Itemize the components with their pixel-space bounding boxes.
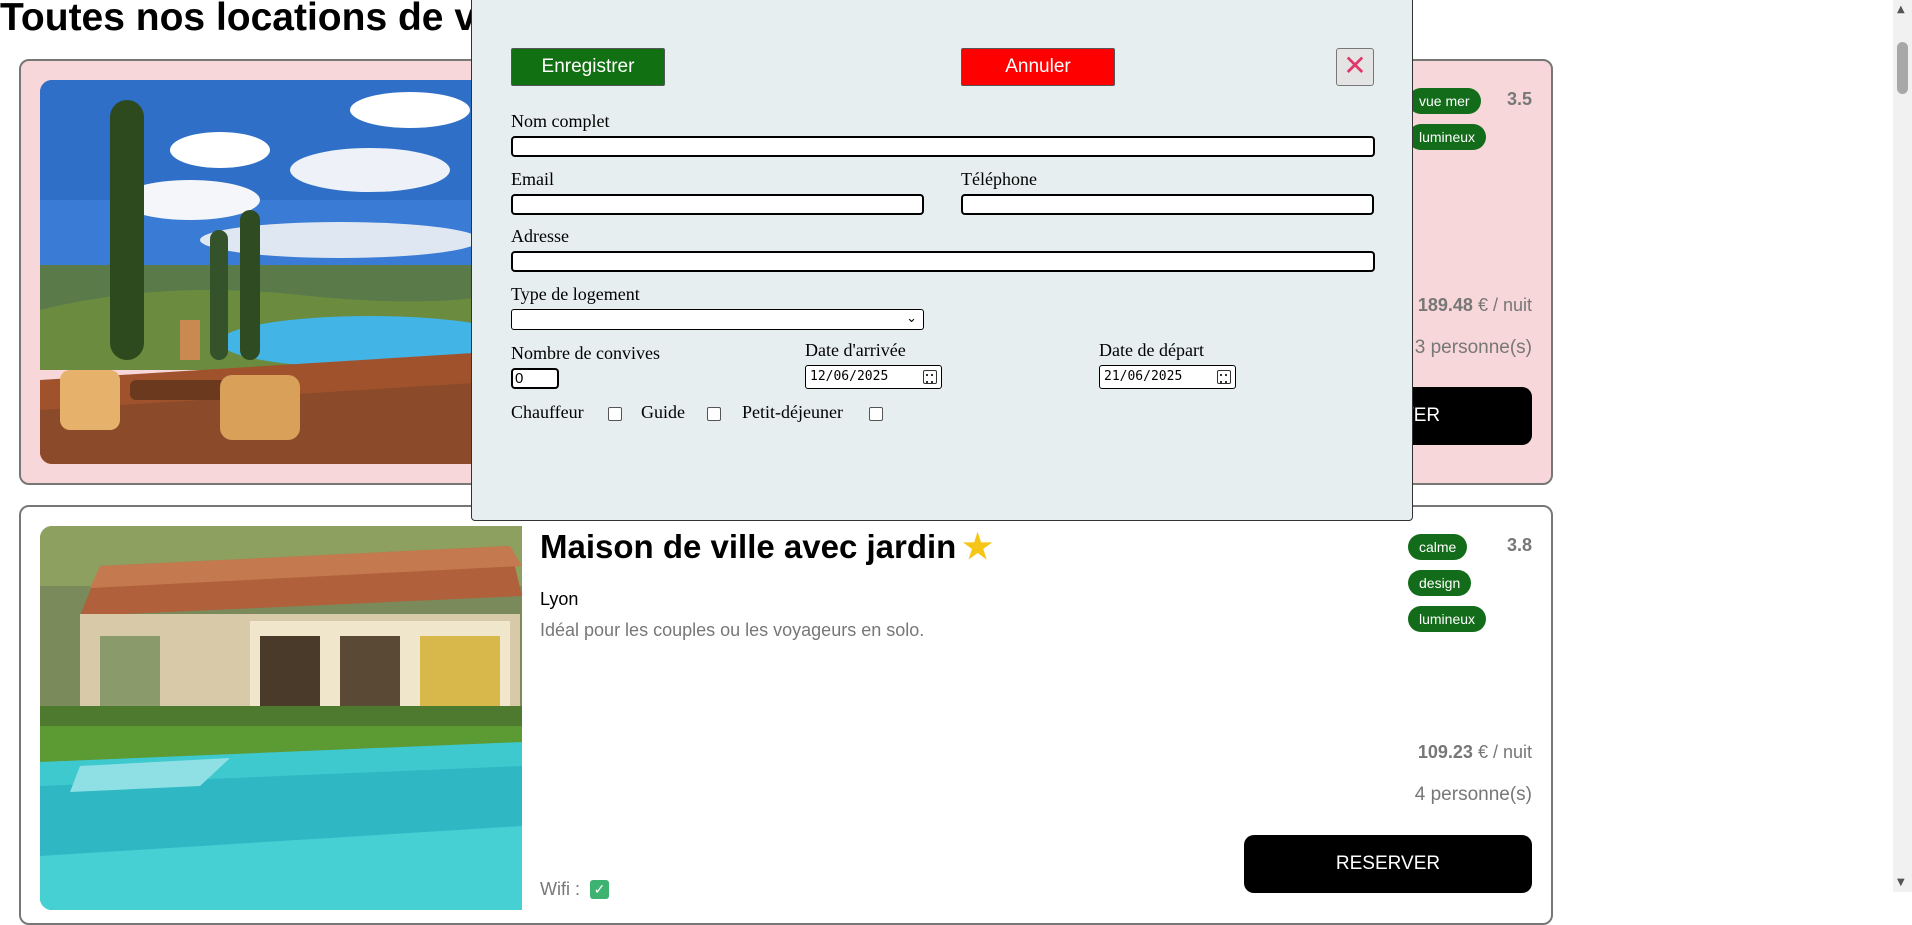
full-name-label: Nom complet bbox=[511, 111, 610, 131]
page-scrollbar[interactable]: ▲ ▼ bbox=[1893, 0, 1912, 892]
listing-photo[interactable] bbox=[40, 526, 522, 910]
guests-label: Nombre de convives bbox=[511, 343, 660, 363]
tag: vue mer bbox=[1408, 88, 1481, 114]
tag: lumineux bbox=[1408, 124, 1487, 150]
listing-price: 189.48 € / nuit bbox=[1418, 295, 1532, 316]
wifi-label: Wifi : bbox=[540, 879, 580, 899]
guests-field[interactable] bbox=[511, 368, 559, 389]
departure-label: Date de départ bbox=[1099, 340, 1204, 360]
address-field[interactable] bbox=[511, 251, 1375, 272]
chauffeur-checkbox[interactable] bbox=[608, 407, 622, 421]
listing-photo[interactable] bbox=[40, 80, 522, 464]
price-value: 109.23 bbox=[1417, 742, 1473, 762]
checkbox-checked-icon: ✓ bbox=[590, 880, 609, 899]
listing-title-text: Maison de ville avec jardin bbox=[540, 528, 957, 565]
price-suffix: € / nuit bbox=[1472, 295, 1532, 315]
option-label-chauffeur: Chauffeur bbox=[511, 402, 584, 422]
scrollbar-thumb[interactable] bbox=[1897, 42, 1908, 94]
villa-pool-photo bbox=[40, 80, 522, 464]
listing-price: 109.23 € / nuit bbox=[1418, 742, 1532, 763]
listing-card: Maison de ville avec jardin ★ Lyon Idéal … bbox=[19, 505, 1553, 925]
departure-date-value: 21/06/2025 bbox=[1104, 369, 1183, 384]
price-value: 189.48 bbox=[1417, 295, 1473, 315]
price-suffix: € / nuit bbox=[1472, 742, 1532, 762]
chevron-down-icon: ⌄ bbox=[906, 311, 917, 326]
cancel-button[interactable]: Annuler bbox=[961, 48, 1115, 86]
listing-description: Idéal pour les couples ou les voyageurs … bbox=[540, 620, 925, 640]
calendar-icon[interactable] bbox=[1217, 370, 1231, 384]
tag: calme bbox=[1408, 534, 1468, 560]
reserve-button[interactable]: RESERVER bbox=[1244, 835, 1532, 893]
arrival-date-value: 12/06/2025 bbox=[810, 369, 889, 384]
listing-capacity: 3 personne(s) bbox=[1414, 337, 1532, 358]
listing-capacity: 4 personne(s) bbox=[1414, 784, 1532, 805]
arrival-date-field[interactable]: 12/06/2025 bbox=[805, 365, 942, 389]
listing-title: Maison de ville avec jardin ★ bbox=[540, 527, 993, 567]
email-field[interactable] bbox=[511, 194, 924, 215]
option-label-breakfast: Petit-déjeuner bbox=[742, 402, 843, 422]
tag: design bbox=[1408, 570, 1472, 596]
scroll-down-icon[interactable]: ▼ bbox=[1897, 877, 1905, 888]
address-label: Adresse bbox=[511, 226, 569, 246]
listing-tags: vue mer lumineux bbox=[1408, 88, 1487, 150]
housing-type-select[interactable]: ⌄ bbox=[511, 309, 924, 330]
full-name-field[interactable] bbox=[511, 136, 1375, 157]
house-garden-photo bbox=[40, 526, 522, 910]
departure-date-field[interactable]: 21/06/2025 bbox=[1099, 365, 1236, 389]
breakfast-checkbox[interactable] bbox=[869, 407, 883, 421]
phone-label: Téléphone bbox=[961, 169, 1037, 189]
amenity-wifi: Wifi : ✓ bbox=[540, 879, 609, 900]
option-label-guide: Guide bbox=[641, 402, 685, 422]
save-button[interactable]: Enregistrer bbox=[511, 48, 665, 86]
tag: lumineux bbox=[1408, 606, 1487, 632]
listing-rating: 3.5 bbox=[1506, 89, 1532, 109]
email-label: Email bbox=[511, 169, 554, 189]
listing-rating: 3.8 bbox=[1506, 535, 1532, 555]
listing-city: Lyon bbox=[540, 589, 579, 609]
close-icon[interactable]: ✕ bbox=[1336, 48, 1374, 86]
phone-field[interactable] bbox=[961, 194, 1374, 215]
guide-checkbox[interactable] bbox=[707, 407, 721, 421]
scroll-up-icon[interactable]: ▲ bbox=[1897, 4, 1905, 15]
arrival-label: Date d'arrivée bbox=[805, 340, 906, 360]
reservation-modal: Enregistrer Annuler ✕ Nom complet Email … bbox=[471, 0, 1413, 521]
housing-type-label: Type de logement bbox=[511, 284, 640, 304]
star-icon: ★ bbox=[962, 528, 993, 566]
calendar-icon[interactable] bbox=[923, 370, 937, 384]
listing-tags: calme design lumineux bbox=[1408, 534, 1487, 632]
